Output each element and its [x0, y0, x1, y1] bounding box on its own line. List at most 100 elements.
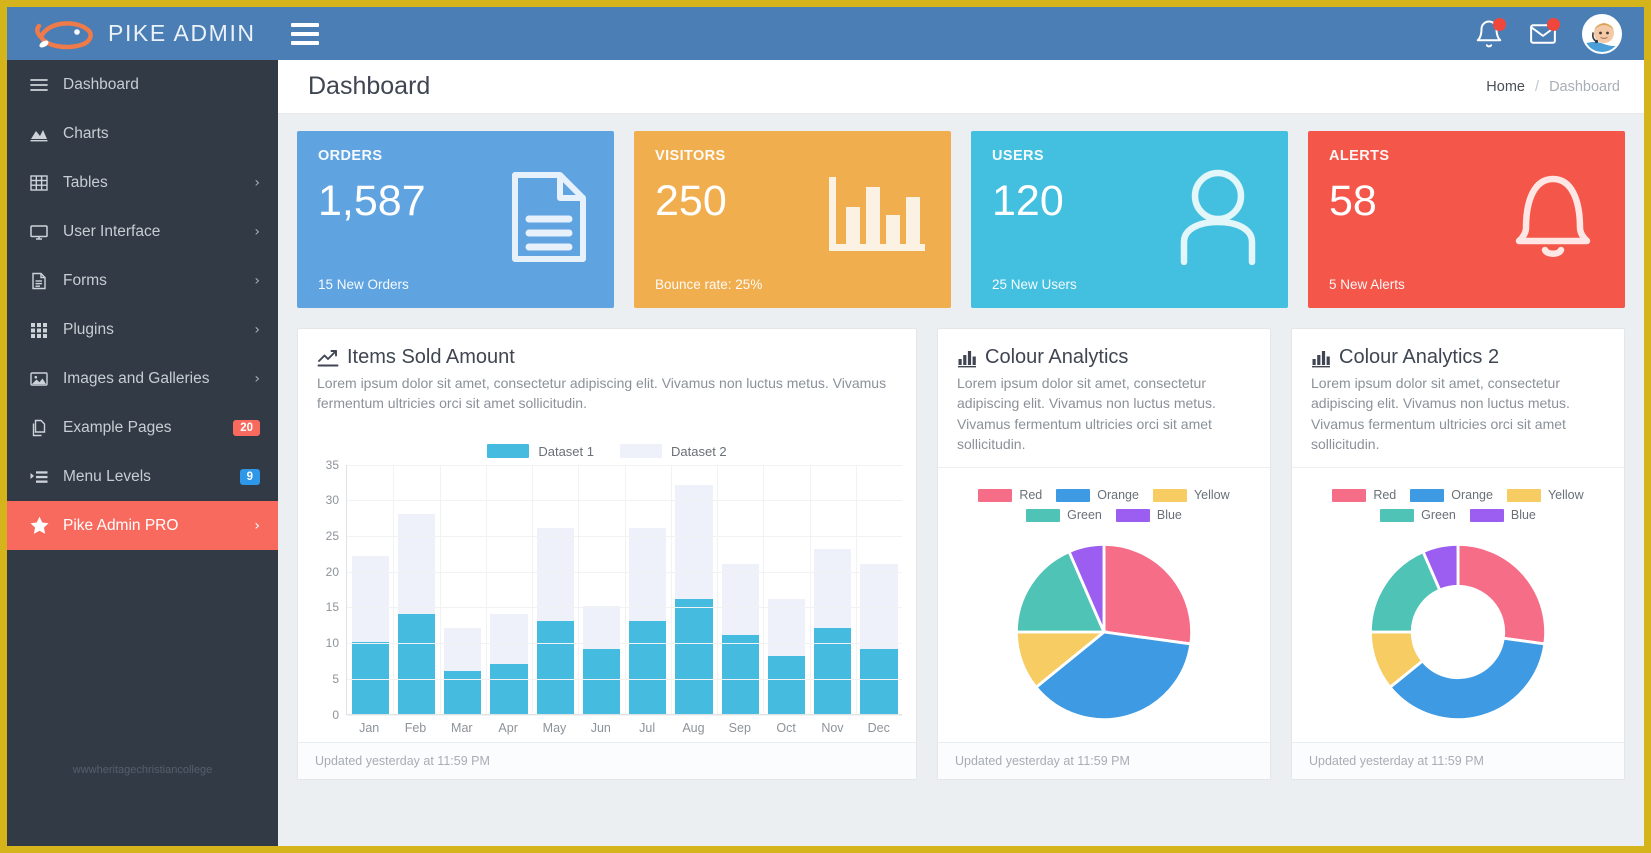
bar-column[interactable] — [856, 465, 902, 714]
legend-item-yellow[interactable]: Yellow — [1152, 488, 1230, 502]
bar-segment-dataset-1 — [721, 635, 759, 714]
bar-chart-legend: Dataset 1 Dataset 2 — [312, 435, 902, 465]
panel-header: Colour Analytics 2 Lorem ipsum dolor sit… — [1292, 329, 1624, 467]
messages-badge — [1547, 17, 1560, 31]
avatar[interactable] — [1582, 13, 1622, 54]
messages-button[interactable] — [1528, 17, 1560, 49]
stat-card-sub: Bounce rate: 25% — [655, 277, 763, 292]
brand-logo-area[interactable]: PIKE ADMIN — [7, 7, 278, 60]
panel-title-text: Items Sold Amount — [347, 346, 515, 368]
legend-label: Orange — [1451, 488, 1493, 503]
legend-label: Green — [1067, 508, 1102, 523]
sidebar-item-example-pages[interactable]: Example Pages 20 — [7, 403, 278, 452]
sidebar-item-label: Charts — [63, 124, 109, 142]
y-axis-tick: 35 — [325, 457, 339, 472]
legend-swatch — [1469, 508, 1504, 522]
grid-line — [439, 464, 441, 714]
bar-segment-dataset-2 — [351, 556, 389, 643]
sidebar-item-label: Plugins — [63, 320, 114, 338]
x-axis-tick: Dec — [867, 720, 890, 735]
sidebar-item-menu-levels[interactable]: Menu Levels 9 — [7, 452, 278, 501]
stat-card-label: ORDERS — [318, 148, 383, 164]
sidebar-item-charts[interactable]: Charts — [7, 109, 278, 158]
bar-column[interactable] — [671, 465, 717, 714]
bar-segment-dataset-1 — [536, 620, 574, 714]
sidebar-item-label: Tables — [63, 173, 108, 191]
y-axis-tick: 0 — [332, 707, 339, 722]
bar-column[interactable] — [625, 465, 671, 714]
panel-colour-analytics-2: Colour Analytics 2 Lorem ipsum dolor sit… — [1291, 328, 1625, 781]
panel-header: Items Sold Amount Lorem ipsum dolor sit … — [298, 329, 916, 427]
pie-slice-red[interactable] — [1456, 543, 1547, 646]
legend-item-red[interactable]: Red — [1332, 488, 1396, 502]
stat-card-alerts[interactable]: ALERTS 58 5 New Alerts — [1308, 131, 1625, 308]
status-badge: 9 — [239, 468, 260, 485]
breadcrumb: Home / Dashboard — [1486, 79, 1620, 95]
brand-title: PIKE ADMIN — [108, 20, 256, 46]
legend-label: Blue — [1156, 508, 1182, 523]
panels-row: Items Sold Amount Lorem ipsum dolor sit … — [297, 328, 1625, 781]
menu-bars-icon — [29, 75, 63, 95]
breadcrumb-current: Dashboard — [1549, 78, 1620, 95]
y-axis-tick: 5 — [332, 671, 339, 686]
legend-item-dataset-1[interactable]: Dataset 1 — [487, 444, 594, 459]
bar-column[interactable] — [486, 465, 532, 714]
legend-item-blue[interactable]: Blue — [1469, 508, 1536, 522]
x-axis-tick: Sep — [728, 720, 751, 735]
bar-segment-dataset-2 — [397, 513, 435, 614]
bar-chart-icon — [1311, 348, 1331, 368]
legend-item-red[interactable]: Red — [978, 488, 1042, 502]
bar-column[interactable] — [578, 465, 624, 714]
sidebar-item-images-and-galleries[interactable]: Images and Galleries › — [7, 354, 278, 403]
bar-segment-dataset-1 — [490, 663, 528, 714]
notifications-button[interactable] — [1474, 17, 1506, 49]
chevron-right-icon: › — [254, 223, 260, 240]
legend-item-orange[interactable]: Orange — [1056, 488, 1139, 502]
sidebar-item-tables[interactable]: Tables › — [7, 158, 278, 207]
bar-column[interactable] — [810, 465, 856, 714]
stat-card-orders[interactable]: ORDERS 1,587 15 New Orders — [297, 131, 614, 308]
legend-item-green[interactable]: Green — [1026, 508, 1102, 522]
stat-card-users[interactable]: USERS 120 25 New Users — [971, 131, 1288, 308]
sidebar-item-forms[interactable]: Forms › — [7, 256, 278, 305]
hamburger-icon — [291, 40, 319, 45]
x-axis-tick: Jul — [639, 720, 656, 735]
legend-item-blue[interactable]: Blue — [1115, 508, 1182, 523]
stat-card-visitors[interactable]: VISITORS 250 Bounce rate: 25% — [634, 131, 951, 308]
legend-swatch — [978, 488, 1013, 502]
pie-slice-red[interactable] — [1102, 543, 1193, 646]
sidebar-item-user-interface[interactable]: User Interface › — [7, 207, 278, 256]
grid-dots-icon — [29, 320, 63, 340]
legend-label: Yellow — [1547, 488, 1584, 503]
bar-segment-dataset-2 — [444, 627, 482, 671]
grid-line — [809, 464, 811, 714]
breadcrumb-separator: / — [1535, 78, 1540, 95]
x-axis-tick: Oct — [776, 720, 796, 735]
legend-item-yellow[interactable]: Yellow — [1506, 488, 1584, 503]
bar-column[interactable] — [717, 465, 763, 714]
bar-column[interactable] — [763, 465, 809, 714]
legend-label: Red — [1373, 488, 1397, 503]
breadcrumb-home-link[interactable]: Home — [1486, 79, 1525, 95]
bar-column[interactable] — [532, 465, 578, 714]
legend-item-orange[interactable]: Orange — [1410, 488, 1493, 502]
grid-line — [763, 464, 765, 714]
star-icon — [29, 515, 63, 536]
y-axis-tick: 25 — [325, 529, 339, 544]
x-axis-tick: Jun — [590, 720, 611, 735]
doughnut-chart — [1306, 526, 1610, 742]
bar-column[interactable] — [347, 465, 393, 714]
bar-column[interactable] — [440, 465, 486, 714]
sidebar-toggle-button[interactable] — [278, 7, 332, 60]
bar-column[interactable] — [393, 465, 439, 714]
legend-item-green[interactable]: Green — [1380, 508, 1456, 522]
sidebar-item-dashboard[interactable]: Dashboard — [7, 60, 278, 109]
sidebar-item-pike-admin-pro[interactable]: Pike Admin PRO › — [7, 501, 278, 550]
legend-item-dataset-2[interactable]: Dataset 2 — [620, 444, 727, 459]
legend-swatch — [487, 444, 530, 459]
sidebar-item-plugins[interactable]: Plugins › — [7, 305, 278, 354]
panel-footer: Updated yesterday at 11:59 PM — [298, 742, 916, 780]
copy-pages-icon — [29, 418, 63, 438]
stat-card-label: VISITORS — [655, 148, 726, 164]
panel-body: Red Orange Yellow Green Blue — [1292, 467, 1624, 742]
